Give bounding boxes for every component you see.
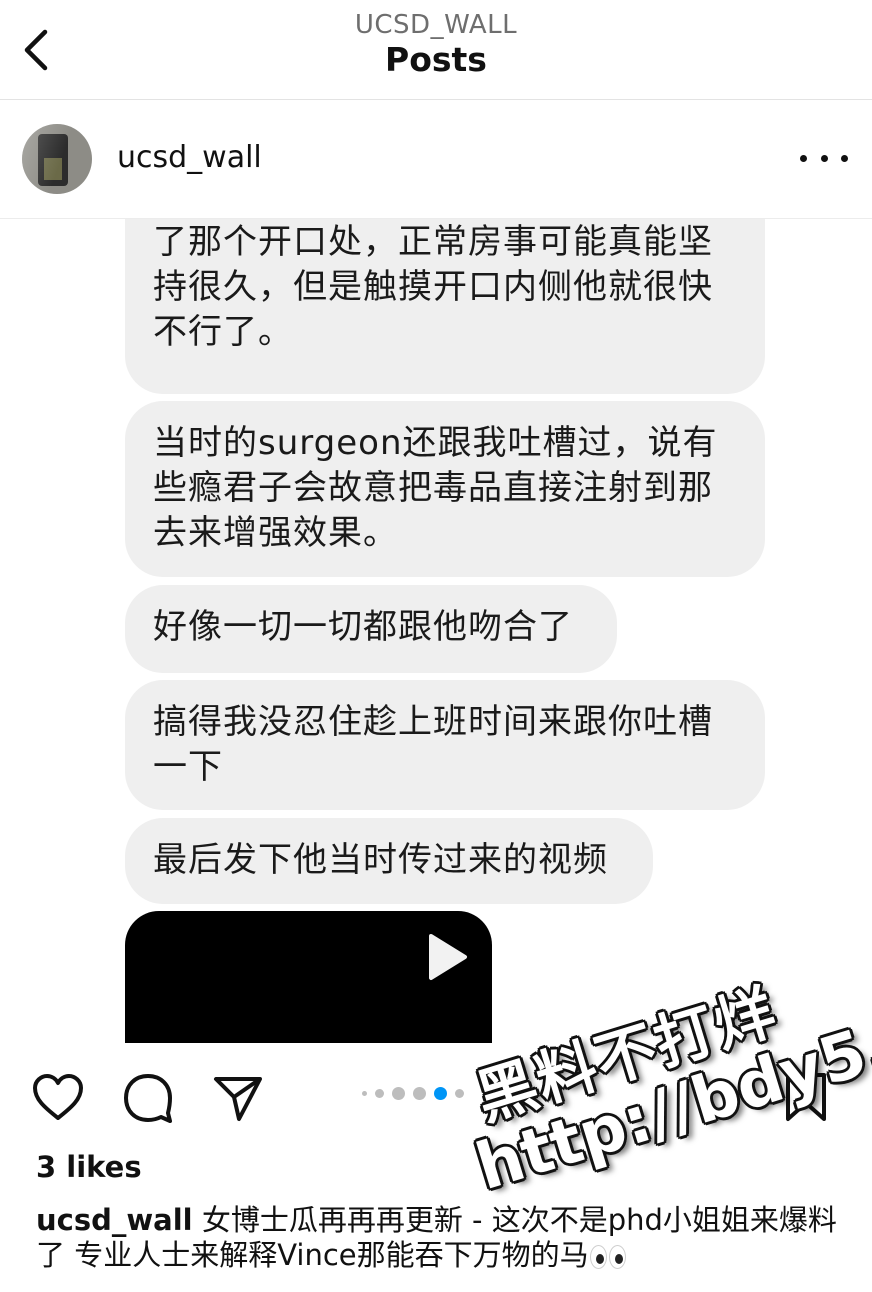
send-icon[interactable]: [212, 1073, 264, 1123]
carousel-dot: [375, 1088, 384, 1098]
chat-bubble: 搞得我没忍住趁上班时间来跟你吐槽 一下: [125, 680, 765, 810]
post-caption: ucsd_wall 女博士瓜再再再更新 - 这次不是phd小姐姐来爆料了 专业人…: [36, 1203, 856, 1273]
bookmark-icon[interactable]: [782, 1071, 830, 1123]
chat-bubble: 当时的surgeon还跟我吐槽过，说有 些瘾君子会故意把毒品直接注射到那 去来增…: [125, 401, 765, 577]
post-username[interactable]: ucsd_wall: [117, 140, 262, 175]
page-title: Posts: [385, 40, 487, 79]
post-header: ucsd_wall: [0, 100, 872, 219]
comment-icon[interactable]: [122, 1073, 174, 1123]
chat-bubble: 最后发下他当时传过来的视频: [125, 818, 653, 904]
carousel-dot: [362, 1090, 367, 1096]
more-options-button[interactable]: [800, 144, 848, 172]
chat-bubble: 好像一切一切都跟他吻合了: [125, 585, 617, 673]
account-name-header: UCSD_WALL: [354, 10, 518, 40]
likes-count[interactable]: 3 likes: [36, 1150, 142, 1184]
chat-bubble: 这会时确会让他敏感度全部下降，除 了那个开口处，正常房事可能真能坚 持很久，但是…: [125, 219, 765, 394]
carousel-dot: [413, 1086, 426, 1100]
carousel-dot-active: [434, 1086, 447, 1100]
carousel-dot: [392, 1086, 405, 1100]
carousel-indicator: [362, 1085, 464, 1101]
action-bar: [0, 1043, 872, 1153]
carousel-dot: [455, 1088, 464, 1098]
eyes-emoji-icon: [589, 1243, 629, 1271]
video-thumbnail[interactable]: [125, 911, 492, 1043]
more-horizontal-icon: [800, 154, 807, 162]
post-image[interactable]: 这会时确会让他敏感度全部下降，除 了那个开口处，正常房事可能真能坚 持很久，但是…: [0, 219, 872, 1043]
chat-bubble-text: 这会时确会让他敏感度全部下降，除 了那个开口处，正常房事可能真能坚 持很久，但是…: [153, 222, 713, 352]
avatar[interactable]: [22, 124, 92, 194]
play-icon[interactable]: [425, 932, 469, 982]
caption-username[interactable]: ucsd_wall: [36, 1203, 193, 1237]
heart-icon[interactable]: [32, 1073, 84, 1123]
top-nav-bar: UCSD_WALL Posts: [0, 0, 872, 100]
